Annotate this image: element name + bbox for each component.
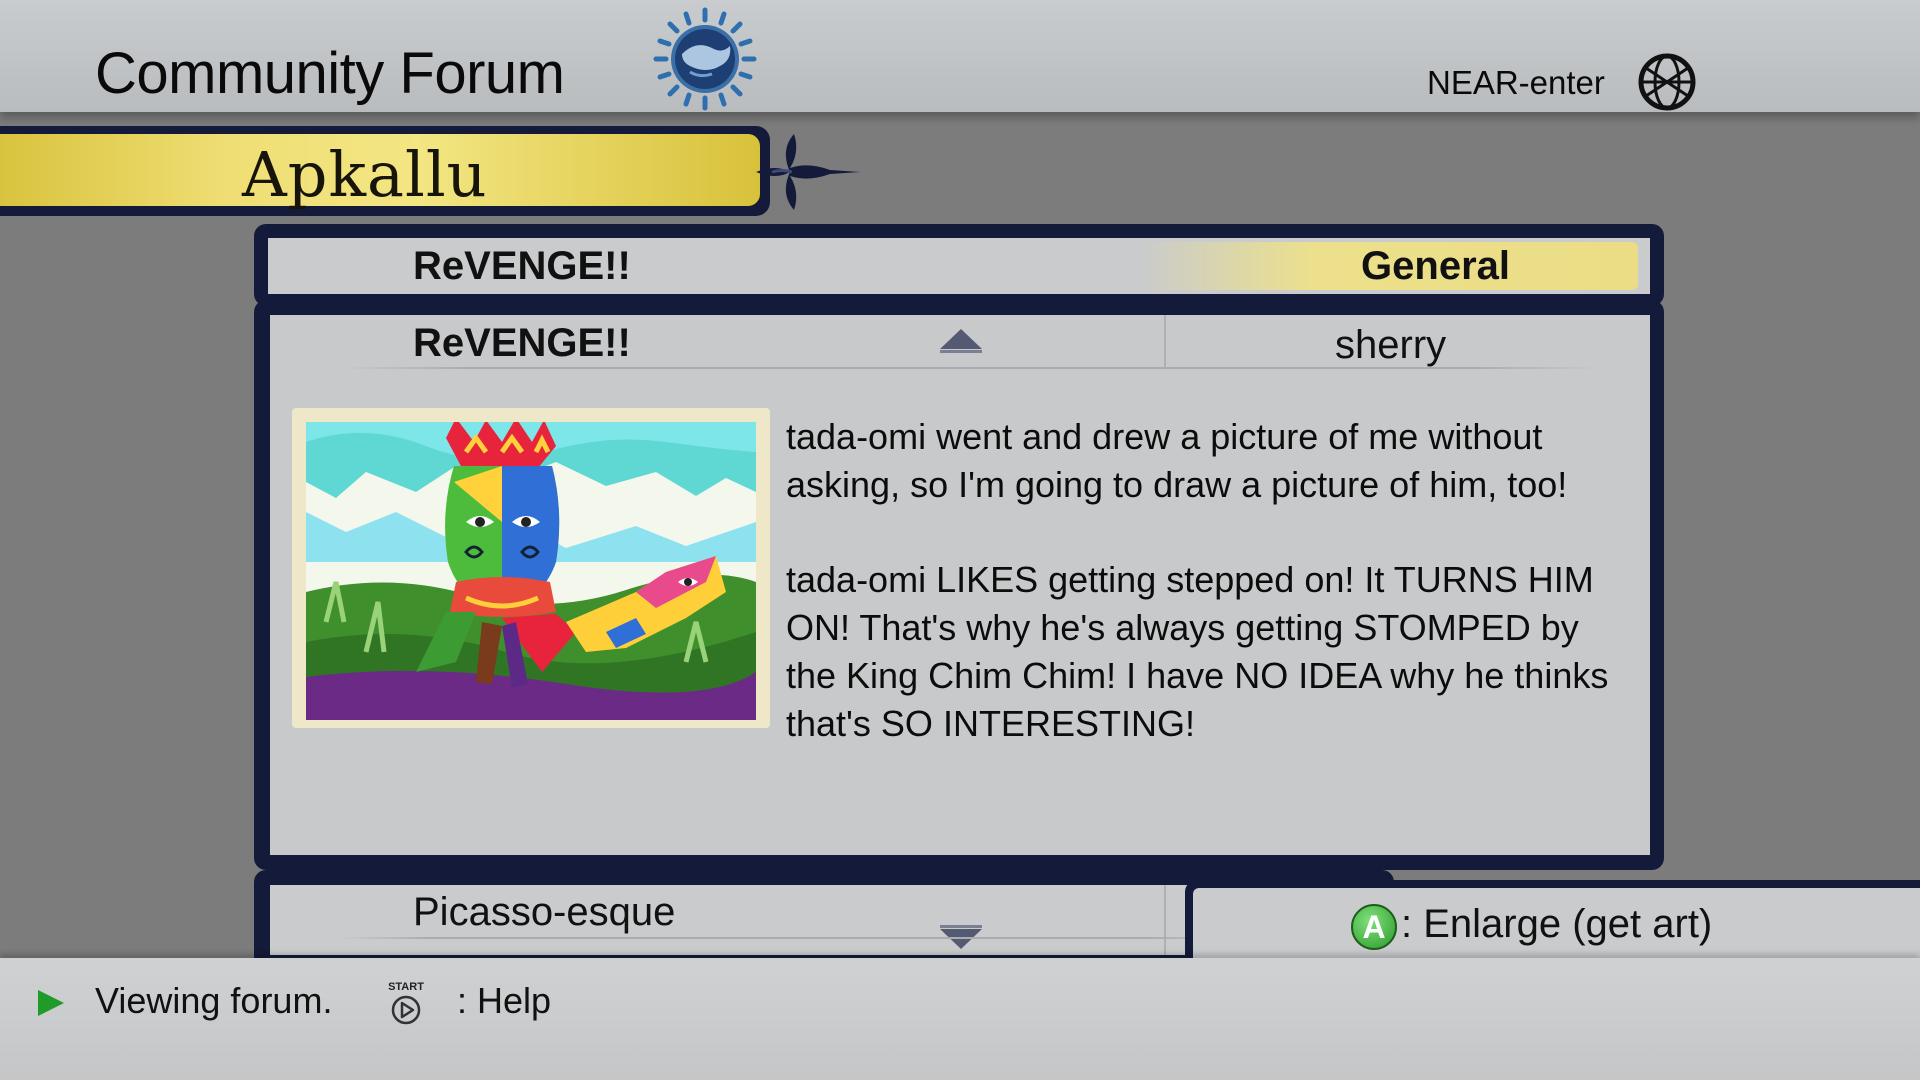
header-underline [340,367,1600,369]
help-label: : Help [457,980,552,1021]
top-bar: Community Forum NEAR-enter [0,0,1920,112]
post-subject: ReVENGE!! [413,321,631,365]
start-button-icon[interactable]: START [382,978,430,1026]
post-artwork-image[interactable] [306,422,756,720]
thread-title: ReVENGE!! [413,244,631,288]
status-bar: Viewing forum. START : Help [0,958,1920,1080]
near-globe-icon[interactable] [1632,52,1702,112]
status-message: Viewing forum. [95,980,333,1021]
post-header: ReVENGE!! sherry [270,315,1650,369]
post-art-frame[interactable] [292,408,770,728]
a-button-icon[interactable]: A [1351,904,1397,950]
post-panel: ReVENGE!! sherry tada-omi went and drew … [270,315,1650,855]
next-row-underline [340,937,1240,939]
forum-banner-plate: Apkallu [0,134,760,211]
play-arrow-icon [38,990,64,1016]
next-thread-title: Picasso-esque [413,890,676,934]
enlarge-hint-box: A : Enlarge (get art) [1185,880,1920,960]
fleur-de-lis-ornament-icon [756,134,860,210]
forum-banner: Apkallu [0,126,770,216]
enlarge-hint-label: : Enlarge (get art) [1401,902,1713,946]
header-divider [1164,315,1166,367]
thread-header-row[interactable]: ReVENGE!! General [268,238,1650,294]
globe-logo-icon [653,7,757,111]
forum-name: Apkallu [242,138,488,211]
post-author[interactable]: sherry [1335,323,1446,368]
enlarge-hint-plate: A : Enlarge (get art) [1193,888,1920,960]
scroll-up-arrow-icon[interactable] [938,327,984,355]
app-title: Community Forum [95,41,565,106]
next-row-divider [1164,885,1166,955]
start-button-label: START [388,981,424,993]
category-label: General [1361,244,1510,288]
near-enter-label: NEAR-enter [1427,64,1605,101]
